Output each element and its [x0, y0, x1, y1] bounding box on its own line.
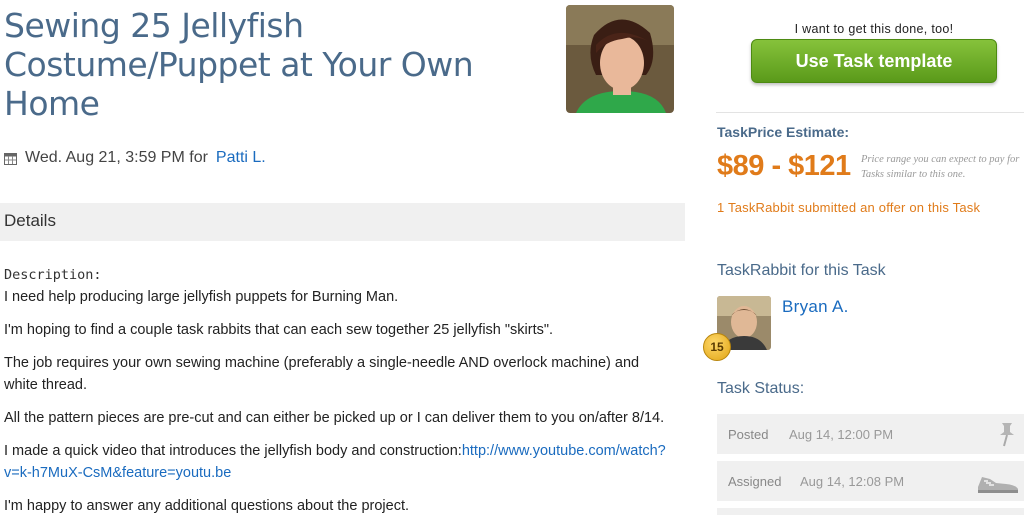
level-badge: 15 [703, 333, 731, 361]
status-row-next [717, 508, 1024, 515]
description-paragraph: I'm hoping to find a couple task rabbits… [4, 322, 554, 338]
status-name: Posted [728, 426, 769, 442]
task-owner-avatar[interactable] [566, 5, 674, 113]
offer-count-text: 1 TaskRabbit submitted an offer on this … [717, 200, 981, 215]
calendar-icon [4, 152, 17, 165]
taskrabbit-label: TaskRabbit for this Task [717, 262, 886, 279]
divider [716, 112, 1024, 113]
description-paragraph: All the pattern pieces are pre-cut and c… [4, 410, 665, 426]
task-description: Description: I need help producing large… [4, 264, 676, 515]
task-title: Sewing 25 Jellyfish Costume/Puppet at Yo… [4, 6, 474, 123]
description-label: Description: [4, 267, 102, 283]
description-paragraph: I made a quick video that introduces the… [4, 440, 676, 484]
description-paragraph: I need help producing large jellyfish pu… [4, 289, 399, 305]
price-estimate-note: Price range you can expect to pay for Ta… [861, 154, 1020, 180]
task-status-label: Task Status: [717, 380, 805, 397]
want-done-text: I want to get this done, too! [794, 22, 954, 36]
video-intro-text: I made a quick video that introduces the… [4, 443, 462, 459]
task-meta: Wed. Aug 21, 3:59 PM for Patti L. [4, 149, 266, 167]
pushpin-icon [994, 420, 1020, 451]
status-name: Assigned [728, 473, 782, 489]
status-row-posted: Posted Aug 14, 12:00 PM [717, 414, 1024, 454]
price-estimate-range: $89 - $121 [717, 150, 851, 182]
task-owner-link[interactable]: Patti L. [216, 149, 266, 167]
price-estimate-label: TaskPrice Estimate: [717, 124, 850, 140]
description-paragraph: I'm happy to answer any additional quest… [4, 498, 409, 514]
status-time: Aug 14, 12:00 PM [789, 426, 894, 442]
use-task-template-button[interactable]: Use Task template [751, 39, 997, 83]
sneakers-icon [976, 467, 1020, 498]
details-header: Details [0, 203, 685, 241]
task-date: Wed. Aug 21, 3:59 PM for [25, 149, 208, 166]
status-row-assigned: Assigned Aug 14, 12:08 PM [717, 461, 1024, 501]
taskrabbit-name-link[interactable]: Bryan A. [782, 297, 849, 317]
description-paragraph: The job requires your own sewing machine… [4, 355, 640, 393]
status-time: Aug 14, 12:08 PM [800, 473, 905, 489]
